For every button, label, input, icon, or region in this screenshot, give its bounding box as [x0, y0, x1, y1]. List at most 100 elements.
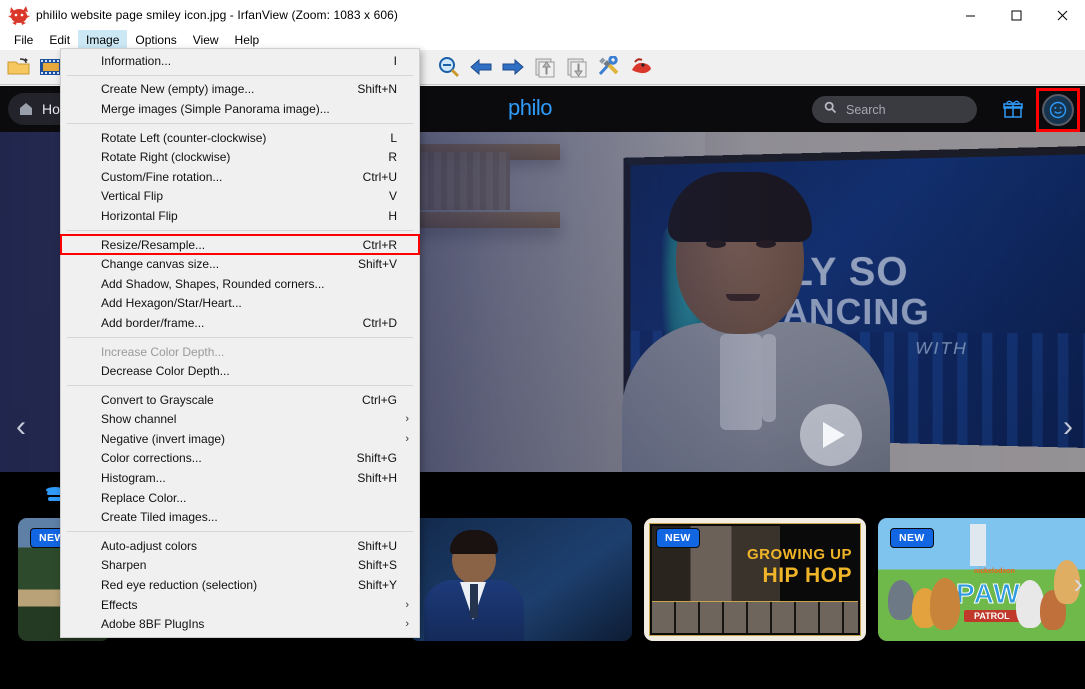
menu-item-sharpen[interactable]: Sharpen Shift+S	[61, 556, 419, 576]
menu-item-accel: Shift+U	[357, 539, 397, 553]
zoom-out-icon[interactable]	[434, 52, 464, 82]
menu-item-label: Red eye reduction (selection)	[101, 578, 257, 592]
menu-item-accel: V	[389, 189, 397, 203]
menu-item-convert-to-grayscale[interactable]: Convert to Grayscale Ctrl+G	[61, 390, 419, 410]
menu-item-label: Merge images (Simple Panorama image)...	[101, 102, 330, 116]
carousel-prev-button[interactable]: ‹	[8, 404, 34, 450]
previous-image-icon[interactable]	[466, 52, 496, 82]
menu-item-label: Decrease Color Depth...	[101, 364, 230, 378]
play-button[interactable]	[800, 404, 862, 466]
menu-item-label: Histogram...	[101, 471, 166, 485]
search-input[interactable]: Search	[812, 96, 977, 123]
list-item[interactable]	[410, 518, 632, 641]
menu-edit[interactable]: Edit	[41, 30, 78, 50]
menu-item-accel: Shift+G	[357, 451, 397, 465]
status-badge: NEW	[656, 528, 700, 548]
menu-item-label: Add border/frame...	[101, 316, 204, 330]
menu-item-accel: Shift+Y	[358, 578, 397, 592]
menu-item-label: Create Tiled images...	[101, 510, 218, 524]
smiley-icon	[1049, 101, 1067, 119]
row-next-button[interactable]: ›	[1074, 568, 1083, 600]
settings-icon[interactable]	[594, 52, 624, 82]
close-button[interactable]	[1039, 0, 1085, 30]
chevron-right-icon: ›	[405, 433, 409, 445]
play-triangle-icon	[823, 422, 845, 448]
irfanview-window: phililo website page smiley icon.jpg - I…	[0, 0, 1085, 689]
menu-item-rotate-left[interactable]: Rotate Left (counter-clockwise) L	[61, 128, 419, 148]
menu-item-resize-resample[interactable]: Resize/Resample... Ctrl+R	[61, 235, 419, 255]
menu-item-accel: Shift+N	[357, 82, 397, 96]
last-image-icon[interactable]	[562, 52, 592, 82]
philo-logo[interactable]: philo	[508, 95, 552, 121]
menu-item-histogram[interactable]: Histogram... Shift+H	[61, 468, 419, 488]
menu-item-information[interactable]: Information... I	[61, 51, 419, 71]
menu-item-accel: H	[388, 209, 397, 223]
menu-item-rotate-right[interactable]: Rotate Right (clockwise) R	[61, 147, 419, 167]
list-item[interactable]: GROWING UP HIP HOP NEW	[644, 518, 866, 641]
menu-item-add-border-frame[interactable]: Add border/frame... Ctrl+D	[61, 313, 419, 333]
menu-item-label: Color corrections...	[101, 451, 202, 465]
tile-title-line1: GROWING UP	[747, 546, 852, 563]
menu-item-create-tiled-images[interactable]: Create Tiled images...	[61, 507, 419, 527]
menu-item-custom-rotation[interactable]: Custom/Fine rotation... Ctrl+U	[61, 167, 419, 187]
tile-title-line2: HIP HOP	[763, 564, 852, 588]
menu-item-adobe-8bf-plugins[interactable]: Adobe 8BF PlugIns ›	[61, 614, 419, 634]
menu-item-accel: Ctrl+D	[363, 316, 397, 330]
menu-item-label: Convert to Grayscale	[101, 393, 214, 407]
menu-item-create-new-image[interactable]: Create New (empty) image... Shift+N	[61, 80, 419, 100]
menu-view[interactable]: View	[185, 30, 227, 50]
menu-item-add-hexagon-star-heart[interactable]: Add Hexagon/Star/Heart...	[61, 294, 419, 314]
menu-item-accel: R	[388, 150, 397, 164]
image-dropdown-menu: Information... I Create New (empty) imag…	[60, 48, 420, 638]
nickelodeon-brand-label: nickelodeon	[974, 568, 1015, 575]
menu-separator	[67, 337, 413, 338]
menu-item-label: Rotate Right (clockwise)	[101, 150, 230, 164]
menu-separator	[67, 123, 413, 124]
menu-item-negative-invert[interactable]: Negative (invert image) ›	[61, 429, 419, 449]
menu-item-replace-color[interactable]: Replace Color...	[61, 488, 419, 508]
menu-item-label: Sharpen	[101, 558, 146, 572]
menu-item-red-eye-reduction[interactable]: Red eye reduction (selection) Shift+Y	[61, 575, 419, 595]
menu-item-label: Show channel	[101, 412, 176, 426]
first-image-icon[interactable]	[530, 52, 560, 82]
menu-item-label: Vertical Flip	[101, 189, 163, 203]
maximize-button[interactable]	[993, 0, 1039, 30]
menu-image[interactable]: Image	[78, 30, 127, 50]
menu-item-show-channel[interactable]: Show channel ›	[61, 410, 419, 430]
menu-item-add-shadow-shapes[interactable]: Add Shadow, Shapes, Rounded corners...	[61, 274, 419, 294]
menu-file[interactable]: File	[6, 30, 41, 50]
list-item[interactable]: nickelodeon PAW PATROL NEW	[878, 518, 1085, 641]
menu-item-label: Custom/Fine rotation...	[101, 170, 222, 184]
menu-item-label: Auto-adjust colors	[101, 539, 197, 553]
menu-item-merge-images[interactable]: Merge images (Simple Panorama image)...	[61, 99, 419, 119]
menu-help[interactable]: Help	[227, 30, 268, 50]
menu-item-accel: Ctrl+G	[362, 393, 397, 407]
title-bar: phililo website page smiley icon.jpg - I…	[0, 0, 1085, 30]
menu-item-label: Add Hexagon/Star/Heart...	[101, 296, 242, 310]
next-image-icon[interactable]	[498, 52, 528, 82]
menu-item-label: Change canvas size...	[101, 257, 219, 271]
menu-item-change-canvas-size[interactable]: Change canvas size... Shift+V	[61, 254, 419, 274]
menu-item-color-corrections[interactable]: Color corrections... Shift+G	[61, 449, 419, 469]
menu-options[interactable]: Options	[127, 30, 184, 50]
menu-item-horizontal-flip[interactable]: Horizontal Flip H	[61, 206, 419, 226]
menu-item-label: Information...	[101, 54, 171, 68]
menu-separator	[67, 230, 413, 231]
window-title: phililo website page smiley icon.jpg - I…	[36, 8, 398, 22]
menu-item-label: Horizontal Flip	[101, 209, 178, 223]
menu-item-accel: Ctrl+U	[363, 170, 397, 184]
avatar[interactable]	[1042, 94, 1074, 126]
menu-item-accel: Shift+S	[358, 558, 397, 572]
menu-item-label: Effects	[101, 598, 137, 612]
gift-icon[interactable]	[1003, 99, 1023, 119]
minimize-button[interactable]	[947, 0, 993, 30]
carousel-next-button[interactable]: ›	[1055, 404, 1081, 450]
menu-item-decrease-color-depth[interactable]: Decrease Color Depth...	[61, 361, 419, 381]
open-folder-icon[interactable]	[4, 52, 34, 82]
menu-item-vertical-flip[interactable]: Vertical Flip V	[61, 187, 419, 207]
plugins-icon[interactable]	[626, 52, 656, 82]
tile-title-line2: PATROL	[964, 610, 1020, 622]
menu-item-effects[interactable]: Effects ›	[61, 595, 419, 615]
menu-item-auto-adjust-colors[interactable]: Auto-adjust colors Shift+U	[61, 536, 419, 556]
chevron-right-icon: ›	[405, 599, 409, 611]
